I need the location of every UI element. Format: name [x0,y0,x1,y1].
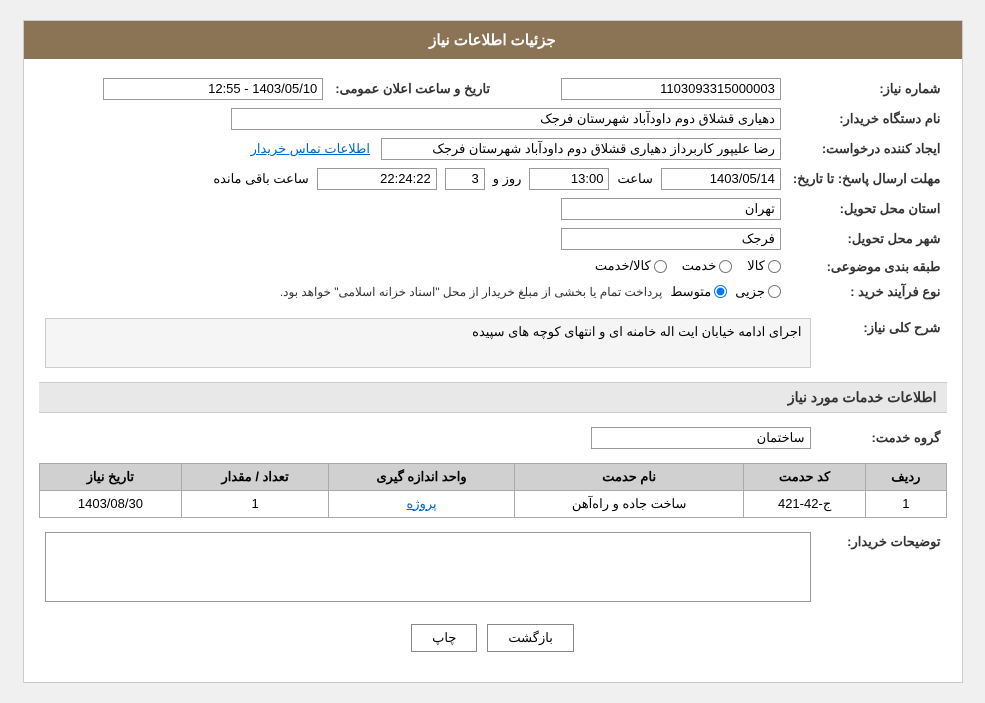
category-kala-item: کالا [747,258,781,274]
services-table-head: ردیف کد حدمت نام حدمت واحد اندازه گیری ت… [39,463,946,490]
print-button[interactable]: چاپ [411,624,477,652]
col-row-num: ردیف [866,463,946,490]
category-kala-radio[interactable] [768,260,781,273]
city-value: فرجک [561,228,781,250]
purchase-jozii-radio[interactable] [768,285,781,298]
service-group-table: گروه خدمت: ساختمان [39,423,947,453]
table-row: 1 ج-42-421 ساخت جاده و راه‌آهن پروژه 1 1… [39,490,946,517]
creator-label: ایجاد کننده درخواست: [787,134,947,164]
purchase-type-row: جزیی متوسط پرداخت تمام یا بخشی از مبلغ خ… [45,284,781,300]
org-name-label: نام دستگاه خریدار: [787,104,947,134]
page-title: جزئیات اطلاعات نیاز [429,32,556,49]
cell-date: 1403/08/30 [39,490,182,517]
row-city: شهر محل تحویل: فرجک [39,224,947,254]
announcement-date-label: تاریخ و ساعت اعلان عمومی: [329,74,496,104]
row-category: طبقه بندی موضوعی: کالا خدمت [39,254,947,280]
service-group-label: گروه خدمت: [817,423,947,453]
buyer-notes-label: توضیحات خریدار: [817,528,947,609]
announcement-date-value: 1403/05/10 - 12:55 [103,78,323,100]
service-group-value: ساختمان [591,427,811,449]
category-khedmat-label: خدمت [682,258,717,274]
org-name-value: دهیاری قشلاق دوم داودآباد شهرستان فرجک [231,108,781,130]
main-container: جزئیات اطلاعات نیاز شماره نیاز: 11030933… [23,20,963,683]
province-label: استان محل تحویل: [787,194,947,224]
creator-contact-link[interactable]: اطلاعات تماس خریدار [251,141,370,156]
row-org-name: نام دستگاه خریدار: دهیاری قشلاق دوم داود… [39,104,947,134]
page-header: جزئیات اطلاعات نیاز [24,21,962,59]
services-table: ردیف کد حدمت نام حدمت واحد اندازه گیری ت… [39,463,947,518]
row-service-group: گروه خدمت: ساختمان [39,423,947,453]
bottom-buttons: بازگشت چاپ [39,624,947,667]
row-description: شرح کلی نیاز: اجرای ادامه خیابان ایت اله… [39,314,947,372]
deadline-days: 3 [445,168,485,190]
deadline-label: مهلت ارسال پاسخ: تا تاریخ: [787,164,947,194]
description-table: شرح کلی نیاز: اجرای ادامه خیابان ایت اله… [39,314,947,372]
col-service-name: نام حدمت [515,463,744,490]
description-label: شرح کلی نیاز: [817,314,947,372]
col-unit: واحد اندازه گیری [328,463,514,490]
category-radio-group: کالا خدمت کالا/خدمت [595,258,781,274]
buyer-notes-table: توضیحات خریدار: [39,528,947,609]
deadline-row: 1403/05/14 ساعت 13:00 روز و 3 22:24:22 س… [45,168,781,190]
province-value: تهران [561,198,781,220]
back-button[interactable]: بازگشت [487,624,573,652]
request-number-value: 1103093315000003 [561,78,781,100]
cell-service-name: ساخت جاده و راه‌آهن [515,490,744,517]
services-section-title: اطلاعات خدمات مورد نیاز [39,382,947,413]
deadline-date: 1403/05/14 [661,168,781,190]
cell-quantity: 1 [182,490,328,517]
buyer-notes-textarea[interactable] [45,532,811,602]
purchase-motavaset-label: متوسط [670,284,711,300]
deadline-time: 13:00 [529,168,609,190]
col-date: تاریخ نیاز [39,463,182,490]
request-number-label: شماره نیاز: [787,74,947,104]
row-creator: ایجاد کننده درخواست: رضا علیپور کاربرداز… [39,134,947,164]
cell-row-num: 1 [866,490,946,517]
col-quantity: تعداد / مقدار [182,463,328,490]
purchase-jozii-item: جزیی [735,284,781,300]
deadline-days-label: روز و [493,171,522,187]
row-buyer-notes: توضیحات خریدار: [39,528,947,609]
row-purchase-type: نوع فرآیند خرید : جزیی متوسط پرداخت تمام… [39,280,947,304]
category-kala-khedmat-label: کالا/خدمت [595,258,651,274]
services-table-body: 1 ج-42-421 ساخت جاده و راه‌آهن پروژه 1 1… [39,490,946,517]
row-request-number: شماره نیاز: 1103093315000003 تاریخ و ساع… [39,74,947,104]
purchase-jozii-label: جزیی [735,284,765,300]
purchase-motavaset-item: متوسط [670,284,727,300]
description-value: اجرای ادامه خیابان ایت اله خامنه ای و ان… [45,318,811,368]
deadline-remaining: 22:24:22 [317,168,437,190]
purchase-motavaset-radio[interactable] [714,285,727,298]
cell-unit[interactable]: پروژه [328,490,514,517]
category-kala-khedmat-item: کالا/خدمت [595,258,667,274]
col-service-code: کد حدمت [743,463,865,490]
category-khedmat-radio[interactable] [719,260,732,273]
creator-value: رضا علیپور کاربرداز دهیاری قشلاق دوم داو… [381,138,781,160]
category-label: طبقه بندی موضوعی: [787,254,947,280]
deadline-time-label: ساعت [617,171,652,187]
category-kala-khedmat-radio[interactable] [654,260,667,273]
deadline-remaining-label: ساعت باقی مانده [213,171,308,187]
content-area: شماره نیاز: 1103093315000003 تاریخ و ساع… [24,59,962,682]
city-label: شهر محل تحویل: [787,224,947,254]
row-province: استان محل تحویل: تهران [39,194,947,224]
purchase-note: پرداخت تمام یا بخشی از مبلغ خریدار از مح… [280,285,663,299]
row-deadline: مهلت ارسال پاسخ: تا تاریخ: 1403/05/14 سا… [39,164,947,194]
category-khedmat-item: خدمت [682,258,733,274]
purchase-type-label: نوع فرآیند خرید : [787,280,947,304]
category-kala-label: کالا [747,258,765,274]
services-table-header-row: ردیف کد حدمت نام حدمت واحد اندازه گیری ت… [39,463,946,490]
info-table: شماره نیاز: 1103093315000003 تاریخ و ساع… [39,74,947,304]
cell-service-code: ج-42-421 [743,490,865,517]
